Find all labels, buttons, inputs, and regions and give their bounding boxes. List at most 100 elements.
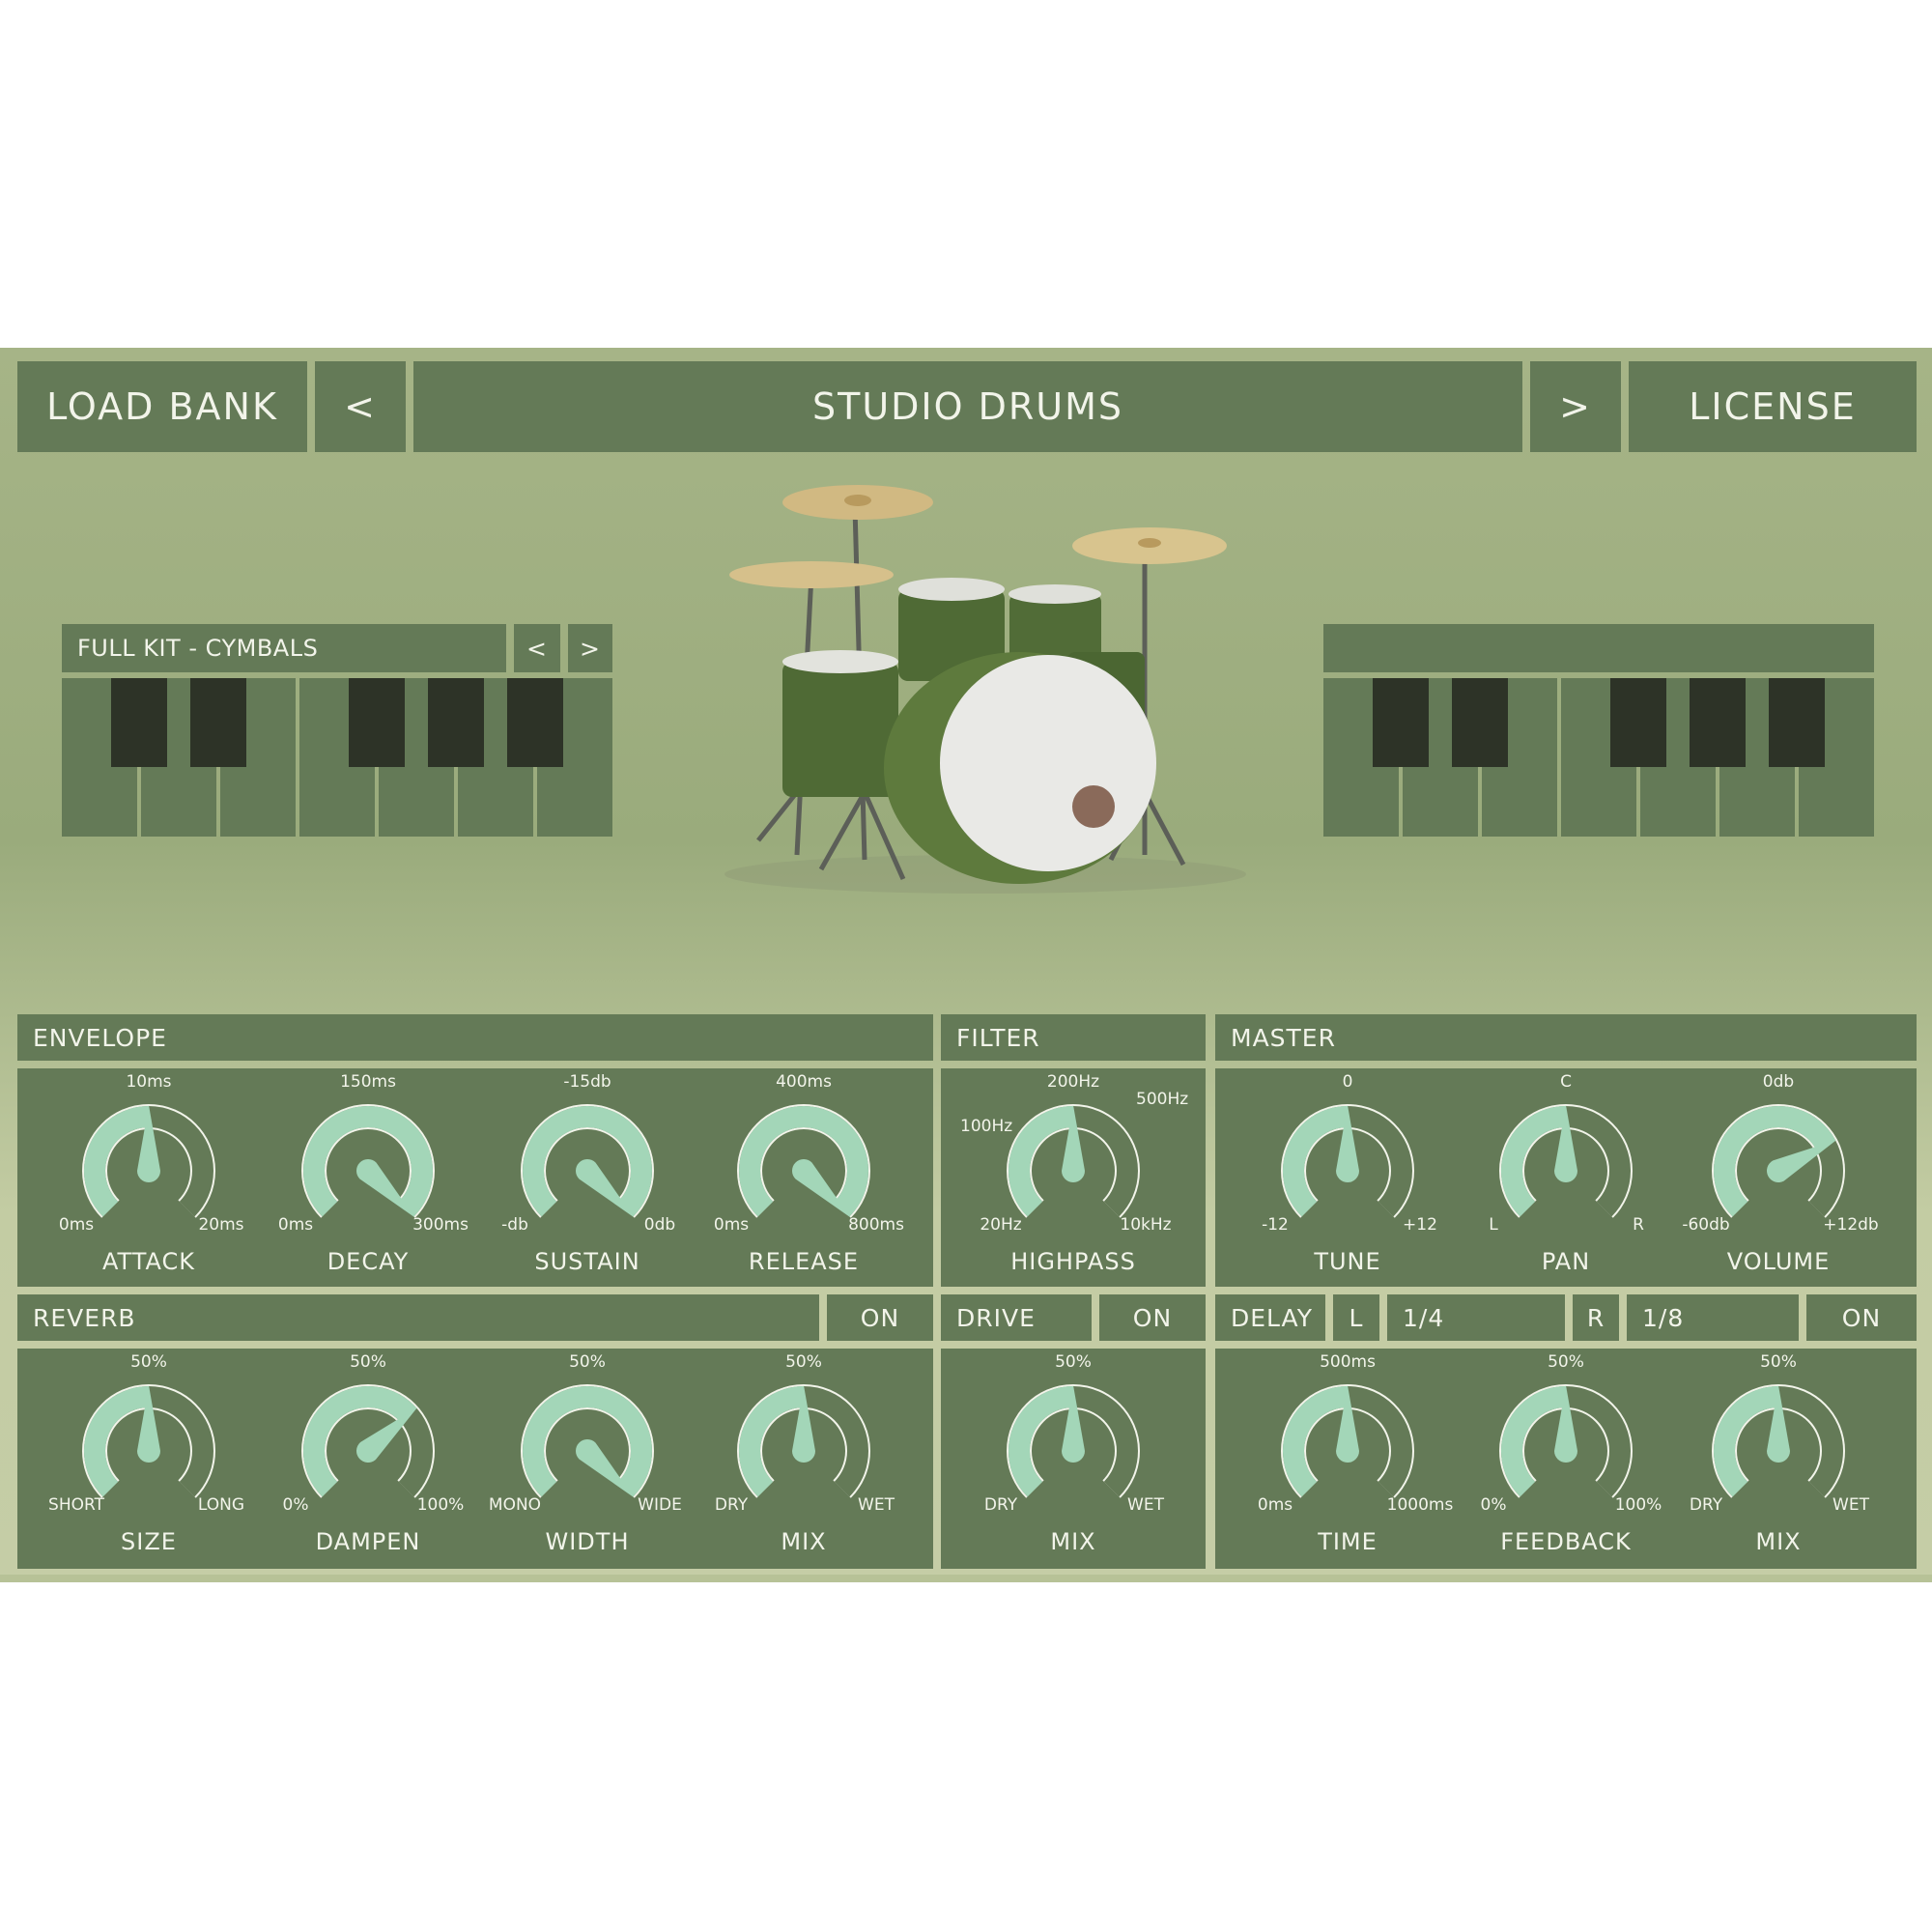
delay-title: DELAY (1231, 1303, 1313, 1332)
knob-value-label: 200Hz (1046, 1072, 1100, 1092)
knob-name-label: HIGHPASS (1010, 1248, 1136, 1275)
keyboard-right (1323, 678, 1874, 837)
knob-value-label: 500ms (1320, 1352, 1376, 1372)
knob-min-label: 0ms (58, 1215, 95, 1235)
knob-pointer (355, 1158, 415, 1218)
knob-value-label: C (1560, 1072, 1572, 1092)
knob-mark-right: 500Hz (1136, 1090, 1189, 1109)
black-key[interactable] (190, 678, 246, 767)
knob-min-label: DRY (1689, 1495, 1723, 1515)
knob-rev-mix[interactable]: 50% DRY WET MIX (695, 1352, 913, 1578)
knob-min-label: DRY (714, 1495, 749, 1515)
knob-name-label: DAMPEN (315, 1528, 421, 1555)
black-key[interactable] (507, 678, 563, 767)
delay-l-label-box: L (1333, 1294, 1379, 1341)
delay-r-label: R (1586, 1303, 1605, 1332)
chevron-right-icon: > (580, 634, 601, 663)
kit-next-button[interactable]: > (568, 624, 612, 672)
preset-name: STUDIO DRUMS (812, 385, 1123, 428)
knob-width[interactable]: 50% MONO WIDE WIDTH (478, 1352, 696, 1578)
black-key[interactable] (428, 678, 484, 767)
knob-size[interactable]: 50% SHORT LONG SIZE (40, 1352, 258, 1578)
knob-pointer (575, 1158, 635, 1218)
knob-release[interactable]: 400ms 0ms 800ms RELEASE (695, 1072, 913, 1298)
knob-tune[interactable]: 0 -12 +12 TUNE (1238, 1072, 1457, 1298)
knob-pan[interactable]: C L R PAN (1457, 1072, 1675, 1298)
black-key[interactable] (1690, 678, 1746, 767)
knob-value-label: 400ms (776, 1072, 832, 1092)
knob-min-label: 20Hz (980, 1215, 1022, 1235)
knob-dampen[interactable]: 50% 0% 100% DAMPEN (259, 1352, 477, 1578)
keyboard-left (62, 678, 612, 837)
knob-value-label: 50% (785, 1352, 822, 1372)
knob-max-label: +12db (1823, 1215, 1879, 1235)
knob-attack[interactable]: 10ms 0ms 20ms ATTACK (40, 1072, 258, 1298)
knob-name-label: WIDTH (545, 1528, 630, 1555)
delay-on-toggle[interactable]: ON (1806, 1294, 1917, 1341)
knob-name-label: ATTACK (101, 1248, 196, 1275)
black-key[interactable] (1769, 678, 1825, 767)
knob-min-label: -db (501, 1215, 528, 1235)
knob-decay[interactable]: 150ms 0ms 300ms DECAY (259, 1072, 477, 1298)
knob-name-label: MIX (1050, 1528, 1096, 1555)
knob-max-label: 100% (1614, 1495, 1662, 1515)
chevron-left-icon: < (526, 634, 548, 663)
knob-delay-mix[interactable]: 50% DRY WET MIX (1669, 1352, 1888, 1578)
knob-feedback[interactable]: 50% 0% 100% FEEDBACK (1457, 1352, 1675, 1578)
reverb-on-toggle[interactable]: ON (827, 1294, 933, 1341)
kit-selector-left[interactable]: FULL KIT - CYMBALS (62, 624, 506, 672)
knob-min-label: 0ms (277, 1215, 314, 1235)
license-button[interactable]: LICENSE (1629, 361, 1917, 452)
filter-title: FILTER (956, 1023, 1040, 1052)
knob-name-label: TIME (1318, 1528, 1378, 1555)
black-key[interactable] (349, 678, 405, 767)
chevron-right-icon: > (1559, 385, 1592, 428)
delay-l-select[interactable]: 1/4 (1387, 1294, 1565, 1341)
knob-value-label: 50% (1055, 1352, 1092, 1372)
black-key[interactable] (1452, 678, 1508, 767)
knob-value-label: 50% (1760, 1352, 1797, 1372)
knob-value-label: 0db (1762, 1072, 1795, 1092)
knob-volume[interactable]: 0db -60db +12db VOLUME (1669, 1072, 1888, 1298)
delay-l-label: L (1349, 1303, 1364, 1332)
reverb-on-label: ON (860, 1303, 900, 1332)
knob-name-label: MIX (781, 1528, 827, 1555)
knob-drive-mix[interactable]: 50% DRY WET MIX (964, 1352, 1182, 1578)
drive-on-label: ON (1132, 1303, 1173, 1332)
black-key[interactable] (111, 678, 167, 767)
knob-name-label: FEEDBACK (1500, 1528, 1632, 1555)
next-preset-button[interactable]: > (1530, 361, 1621, 452)
knob-highpass[interactable]: 200Hz 20Hz 10kHz HIGHPASS 100Hz 500Hz (960, 1072, 1188, 1298)
prev-preset-button[interactable]: < (315, 361, 406, 452)
kit-prev-button[interactable]: < (514, 624, 560, 672)
license-label: LICENSE (1689, 385, 1857, 428)
knob-max-label: WET (858, 1495, 895, 1515)
knob-name-label: TUNE (1314, 1248, 1381, 1275)
knob-name-label: DECAY (327, 1248, 410, 1275)
knob-min-label: SHORT (48, 1495, 104, 1515)
black-key[interactable] (1610, 678, 1666, 767)
knob-mark-left: 100Hz (960, 1117, 1013, 1136)
knob-value-label: 50% (130, 1352, 167, 1372)
knob-max-label: R (1633, 1215, 1644, 1235)
knob-sustain[interactable]: -15db -db 0db SUSTAIN (478, 1072, 696, 1298)
knob-name-label: VOLUME (1726, 1248, 1831, 1275)
knob-max-label: 0db (643, 1215, 676, 1235)
delay-header: DELAY (1215, 1294, 1325, 1341)
black-key[interactable] (1373, 678, 1429, 767)
reverb-title: REVERB (33, 1303, 136, 1332)
knob-name-label: MIX (1755, 1528, 1802, 1555)
knob-time[interactable]: 500ms 0ms 1000ms TIME (1238, 1352, 1457, 1578)
preset-name-display[interactable]: STUDIO DRUMS (413, 361, 1522, 452)
kit-selector-right[interactable] (1323, 624, 1874, 672)
knob-pointer (791, 1158, 851, 1218)
knob-name-label: SUSTAIN (534, 1248, 640, 1275)
knob-value-label: 50% (569, 1352, 606, 1372)
drum-kit-image (724, 485, 1246, 894)
knob-max-label: WIDE (638, 1495, 682, 1515)
knob-value-label: 10ms (126, 1072, 172, 1092)
load-bank-button[interactable]: LOAD BANK (17, 361, 307, 452)
delay-r-select[interactable]: 1/8 (1627, 1294, 1799, 1341)
drive-on-toggle[interactable]: ON (1099, 1294, 1206, 1341)
knob-value-label: 0 (1342, 1072, 1353, 1092)
